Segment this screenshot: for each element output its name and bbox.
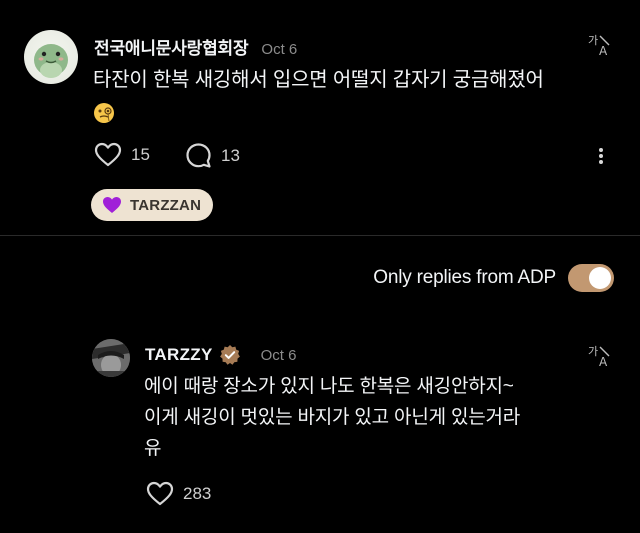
avatar[interactable] (24, 30, 78, 84)
reply-line: 유 (144, 438, 162, 459)
svg-text:가: 가 (588, 345, 598, 358)
reply-timestamp: Oct 6 (260, 346, 297, 364)
svg-text:A: A (599, 355, 608, 369)
reply-line: 이게 새깅이 멋있는 바지가 있고 아닌게 있는거라 (144, 407, 521, 428)
more-options-button[interactable] (592, 146, 610, 166)
reply-like-count: 283 (183, 484, 212, 503)
svg-text:A: A (599, 44, 608, 58)
verified-badge-icon (219, 345, 240, 365)
heart-icon (94, 142, 122, 167)
post-text: 타잔이 한복 새깅해서 입으면 어떨지 갑자기 궁금해졌어 (93, 69, 544, 91)
reply-username[interactable]: TARZZY (145, 345, 213, 365)
replies-filter: Only replies from ADP (373, 264, 614, 292)
replies-filter-toggle[interactable] (568, 264, 614, 292)
topic-tag-label: TARZZAN (130, 196, 202, 214)
reply-line: 에이 때랑 장소가 있지 나도 한복은 새깅안하지~ (144, 376, 514, 397)
heart-icon (146, 481, 174, 506)
translate-icon[interactable]: 가 A (587, 32, 615, 58)
reply-button[interactable]: 13 (185, 142, 240, 169)
replies-filter-label: Only replies from ADP (373, 267, 556, 288)
post-username[interactable]: 전국애니문사랑협회장 (94, 34, 249, 59)
post-header: 전국애니문사랑협회장 Oct 6 (94, 34, 297, 59)
frog-plush-avatar-image (34, 44, 68, 78)
toggle-knob (589, 267, 611, 289)
person-photo-avatar-image (92, 339, 130, 377)
post-body: 타잔이 한복 새깅해서 입으면 어떨지 갑자기 궁금해졌어 (93, 64, 593, 128)
topic-tag[interactable]: TARZZAN (91, 189, 214, 221)
dot (599, 160, 603, 164)
like-count: 15 (131, 145, 150, 164)
svg-text:가: 가 (588, 34, 598, 47)
thread-page: 전국애니문사랑협회장 Oct 6 가 A 타잔이 한복 새깅해서 입으면 어떨지… (0, 0, 640, 533)
reply-avatar[interactable] (92, 339, 130, 377)
purple-heart-icon (103, 197, 121, 213)
translate-icon[interactable]: 가 A (587, 343, 615, 369)
reply-body: 에이 때랑 장소가 있지 나도 한복은 새깅안하지~ 이게 새깅이 멋있는 바지… (144, 371, 584, 464)
face-with-monocle-icon (94, 102, 114, 123)
dot (599, 154, 603, 158)
divider (0, 235, 640, 236)
speech-bubble-icon (186, 143, 211, 168)
dot (599, 148, 603, 152)
reply-header: TARZZY Oct 6 (145, 344, 296, 366)
reply-count: 13 (221, 145, 240, 165)
post-timestamp: Oct 6 (261, 41, 298, 58)
reply-like-button[interactable]: 283 (146, 481, 211, 507)
like-button[interactable]: 15 (94, 142, 150, 168)
